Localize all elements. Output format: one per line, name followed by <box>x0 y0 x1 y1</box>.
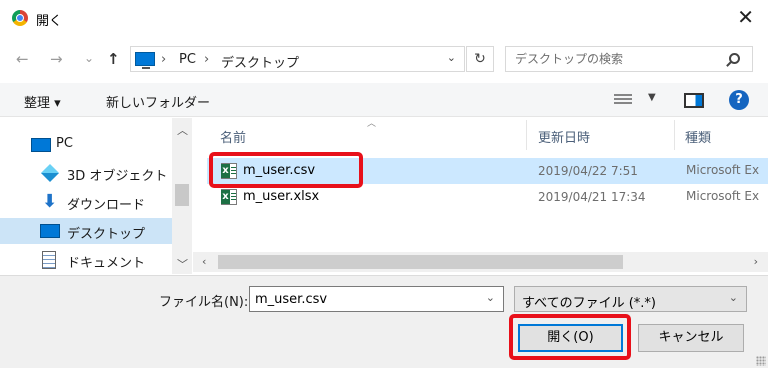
download-icon: ⬇ <box>42 191 58 212</box>
sidebar-scrollbar[interactable]: ︿ ﹀ <box>172 118 192 274</box>
title-bar: 開く ✕ <box>0 0 768 36</box>
navigation-pane: PC 3D オブジェクト ⬇ ダウンロード デスクトップ ドキュメント ︿ ﹀ <box>0 118 192 274</box>
breadcrumb-desktop[interactable]: デスクトップ <box>221 52 299 71</box>
back-button[interactable]: ← <box>16 51 29 67</box>
excel-xlsx-icon <box>221 189 237 205</box>
chevron-down-icon[interactable]: ⌄ <box>447 51 456 64</box>
chevron-down-icon[interactable]: ﹀ <box>177 256 188 272</box>
chevron-down-icon[interactable]: ⌄ <box>729 291 738 304</box>
column-header-modified[interactable]: 更新日時 <box>538 127 590 146</box>
horizontal-scrollbar[interactable]: ‹ › <box>193 252 768 272</box>
search-icon[interactable] <box>729 53 740 64</box>
pc-icon <box>135 52 155 69</box>
sidebar-item-label: PC <box>56 136 73 151</box>
file-modified: 2019/04/21 17:34 <box>538 190 646 204</box>
view-options-icon[interactable] <box>614 94 632 106</box>
file-name: m_user.xlsx <box>243 189 320 204</box>
column-header-type[interactable]: 種類 <box>685 127 711 146</box>
sidebar-item-downloads[interactable]: ⬇ ダウンロード <box>0 189 172 215</box>
sidebar-item-documents[interactable]: ドキュメント <box>0 247 172 273</box>
preview-pane-icon[interactable] <box>684 93 704 108</box>
help-icon[interactable]: ? <box>729 90 749 110</box>
scroll-thumb[interactable] <box>218 255 623 269</box>
highlight-annotation <box>509 314 631 360</box>
filename-value: m_user.csv <box>255 292 328 307</box>
address-row: ← → ⌄ ↑ › PC › デスクトップ ⌄ ↻ <box>0 43 768 77</box>
close-button[interactable]: ✕ <box>737 7 754 27</box>
breadcrumb-separator: › <box>204 52 210 67</box>
chrome-icon <box>12 10 28 26</box>
scroll-thumb[interactable] <box>175 184 189 206</box>
chevron-down-icon[interactable]: ⌄ <box>486 291 495 304</box>
sidebar-item-pc[interactable]: PC <box>0 131 172 157</box>
sidebar-item-label: デスクトップ <box>67 227 146 242</box>
documents-icon <box>42 251 56 269</box>
forward-button[interactable]: → <box>50 51 63 67</box>
file-list: ︿ 名前 更新日時 種類 m_user.csv 2019/04/22 7:51 … <box>193 118 768 274</box>
new-folder-button[interactable]: 新しいフォルダー <box>106 92 210 111</box>
breadcrumb-separator: › <box>161 52 167 67</box>
address-bar[interactable]: › PC › デスクトップ ⌄ <box>130 46 465 72</box>
sidebar-item-desktop[interactable]: デスクトップ <box>0 218 172 244</box>
sort-ascending-icon: ︿ <box>367 119 377 129</box>
dialog-title: 開く <box>36 14 63 29</box>
desktop-icon <box>40 224 60 238</box>
sidebar-item-label: 3D オブジェクト <box>67 169 168 184</box>
filetype-value: すべてのファイル (*.*) <box>522 296 656 311</box>
chevron-right-icon[interactable]: › <box>754 255 758 268</box>
organize-menu[interactable]: 整理 ▾ <box>24 92 61 111</box>
column-header-name[interactable]: 名前 <box>220 127 246 146</box>
dialog-footer: ファイル名(N): m_user.csv ⌄ すべてのファイル (*.*) ⌄ … <box>0 275 768 368</box>
3d-objects-icon <box>40 163 60 183</box>
recent-locations-button[interactable]: ⌄ <box>84 50 94 66</box>
resize-grip[interactable] <box>756 356 766 366</box>
up-button[interactable]: ↑ <box>107 51 120 67</box>
search-box[interactable] <box>505 46 753 72</box>
column-divider[interactable] <box>674 120 675 150</box>
command-toolbar: 整理 ▾ 新しいフォルダー ▼ ? <box>0 83 768 117</box>
file-type: Microsoft Ex <box>686 163 760 177</box>
sidebar-item-label: ドキュメント <box>67 256 146 271</box>
open-file-dialog: 開く ✕ ← → ⌄ ↑ › PC › デスクトップ ⌄ ↻ 整理 ▾ 新しいフ… <box>0 0 768 368</box>
chevron-up-icon[interactable]: ︿ <box>177 122 188 138</box>
refresh-button[interactable]: ↻ <box>466 46 494 72</box>
filename-label: ファイル名(N): <box>159 295 249 310</box>
sidebar-item-label: ダウンロード <box>67 198 146 213</box>
file-modified: 2019/04/22 7:51 <box>538 164 638 178</box>
search-input[interactable] <box>506 47 716 71</box>
breadcrumb-pc[interactable]: PC <box>179 52 196 67</box>
pc-icon <box>31 138 51 152</box>
filename-field[interactable]: m_user.csv ⌄ <box>249 286 504 312</box>
cancel-button[interactable]: キャンセル <box>638 324 744 352</box>
column-divider[interactable] <box>526 120 527 150</box>
filetype-select[interactable]: すべてのファイル (*.*) ⌄ <box>514 286 747 312</box>
highlight-annotation <box>209 152 363 188</box>
chevron-left-icon[interactable]: ‹ <box>202 255 206 268</box>
file-type: Microsoft Ex <box>686 189 760 203</box>
chevron-down-icon[interactable]: ▼ <box>648 92 656 103</box>
sidebar-item-3d-objects[interactable]: 3D オブジェクト <box>0 160 172 186</box>
